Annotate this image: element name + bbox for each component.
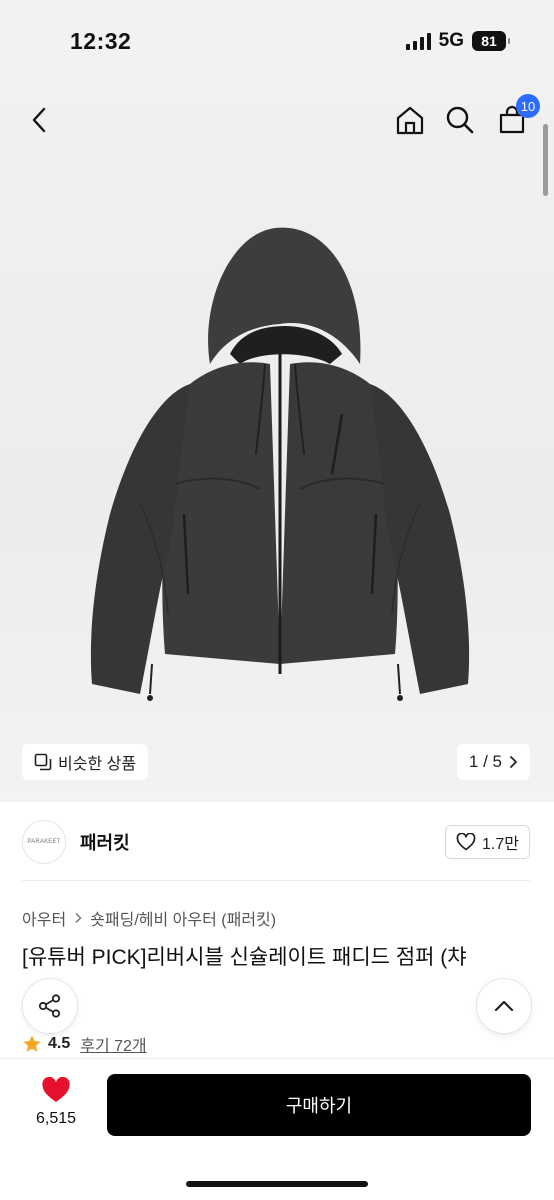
signal-icon [405, 32, 431, 50]
search-button[interactable] [440, 100, 480, 140]
status-bar: 12:32 5G 81 [0, 0, 554, 84]
buy-button[interactable]: 구매하기 [107, 1074, 531, 1136]
home-indicator [186, 1181, 368, 1187]
back-button[interactable] [20, 100, 60, 140]
battery-level: 81 [481, 33, 497, 49]
reviews-link[interactable]: 후기 72개 [80, 1032, 146, 1056]
brand-row: PARAKEET 패러킷 1.7만 [22, 812, 530, 872]
wishlist-button[interactable]: 6,515 [24, 1077, 88, 1128]
brand-logo-text: PARAKEET [27, 839, 61, 845]
heart-filled-icon [42, 1077, 70, 1102]
brand-name[interactable]: 패러킷 [80, 829, 130, 855]
wishlist-count: 6,515 [35, 1110, 77, 1127]
image-page-indicator[interactable]: 1 / 5 [456, 744, 530, 780]
chevron-right-icon [510, 756, 517, 768]
similar-products-label: 비슷한 상품 [58, 756, 137, 773]
divider [22, 880, 530, 881]
status-indicators: 5G 81 [405, 30, 510, 52]
home-button[interactable] [390, 100, 430, 140]
breadcrumb-category[interactable]: 아우터 [22, 906, 66, 930]
status-time: 12:32 [70, 28, 132, 54]
product-image-jacket [90, 227, 470, 701]
network-type: 5G [438, 30, 464, 51]
brand-like-button[interactable]: 1.7만 [445, 825, 530, 859]
share-button[interactable] [22, 978, 78, 1034]
similar-icon [34, 753, 52, 771]
similar-products-button[interactable]: 비슷한 상품 [22, 744, 149, 780]
page-indicator-text: 1 / 5 [468, 752, 502, 771]
rating-row: 4.5 후기 72개 [22, 1032, 147, 1056]
brand-logo[interactable]: PARAKEET [22, 820, 66, 864]
bottom-action-bar: 6,515 구매하기 [0, 1058, 554, 1200]
scroll-to-top-button[interactable] [476, 978, 532, 1034]
product-title: [유튜버 PICK]리버시블 신슐레이트 패디드 점퍼 (챠 [22, 946, 467, 969]
star-icon [23, 1035, 41, 1052]
chevron-right-icon [75, 912, 82, 924]
cart-button[interactable]: 10 [492, 94, 540, 140]
rating-value: 4.5 [48, 1035, 71, 1052]
heart-outline-icon [456, 833, 476, 851]
brand-like-count: 1.7만 [482, 836, 519, 853]
breadcrumb-subcategory[interactable]: 숏패딩/헤비 아우터 (패러킷) [90, 906, 276, 930]
chevron-up-icon [494, 1000, 514, 1012]
battery-icon: 81 [472, 31, 510, 51]
product-image-carousel[interactable]: 10 비슷한 상품 1 / 5 [0, 84, 554, 802]
back-icon [32, 107, 46, 133]
breadcrumb: 아우터 숏패딩/헤비 아우터 (패러킷) [22, 906, 276, 930]
home-icon [396, 106, 424, 135]
search-icon [446, 106, 474, 134]
scrollbar[interactable] [543, 124, 548, 196]
cart-count-badge: 10 [516, 94, 540, 118]
share-icon [38, 994, 61, 1018]
